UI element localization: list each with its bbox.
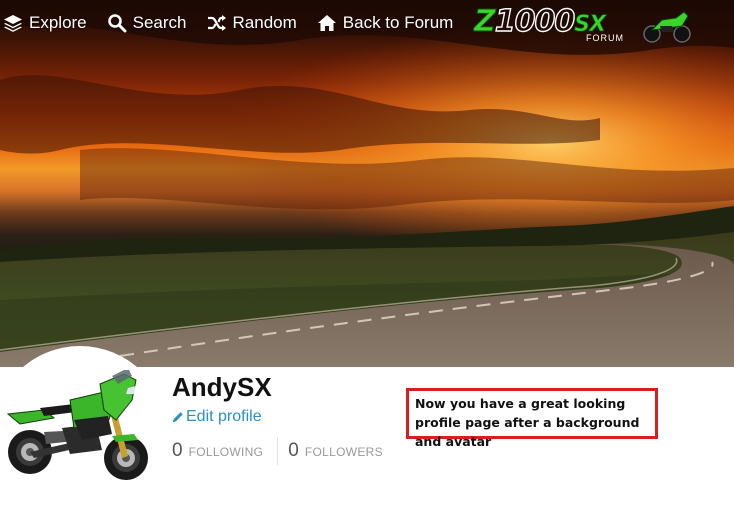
followers-stat[interactable]: 0 FOLLOWERS — [288, 440, 397, 462]
nav-explore[interactable]: Explore — [3, 13, 87, 33]
home-icon — [317, 13, 337, 33]
sunset-road-scene — [0, 0, 734, 367]
nav-search-label: Search — [132, 13, 187, 32]
edit-profile-label: Edit profile — [186, 408, 262, 425]
nav-back-to-forum-label: Back to Forum — [342, 13, 454, 32]
following-stat[interactable]: 0 FOLLOWING — [172, 440, 277, 462]
follow-stats: 0 FOLLOWING 0 FOLLOWERS — [172, 437, 397, 465]
annotation-callout: Now you have a great looking profile pag… — [406, 388, 658, 449]
nav-back-to-forum[interactable]: Back to Forum — [317, 13, 454, 33]
user-avatar[interactable] — [0, 346, 168, 508]
pencil-icon — [172, 411, 184, 423]
nav-search[interactable]: Search — [107, 13, 187, 33]
following-count: 0 — [172, 440, 183, 461]
layers-icon — [3, 13, 23, 33]
top-nav: Explore Search Random Back to Forum — [0, 8, 473, 38]
followers-count: 0 — [288, 440, 299, 461]
shuffle-icon — [207, 13, 227, 33]
search-icon — [107, 13, 127, 33]
forum-logo[interactable]: Z1000SX FORUM — [474, 3, 694, 44]
nav-random[interactable]: Random — [207, 13, 297, 33]
profile-username: AndySX — [172, 372, 272, 402]
motorcycle-logo-icon — [643, 11, 691, 43]
edit-profile-link[interactable]: Edit profile — [172, 408, 262, 426]
nav-random-label: Random — [232, 13, 297, 32]
stats-divider — [277, 437, 279, 465]
followers-label: FOLLOWERS — [304, 445, 383, 459]
logo-subtitle: FORUM — [586, 33, 624, 43]
profile-cover-image: Explore Search Random Back to Forum Z100… — [0, 0, 734, 367]
motorcycle-avatar-image — [6, 370, 148, 480]
nav-explore-label: Explore — [29, 13, 87, 32]
following-label: FOLLOWING — [188, 445, 264, 459]
